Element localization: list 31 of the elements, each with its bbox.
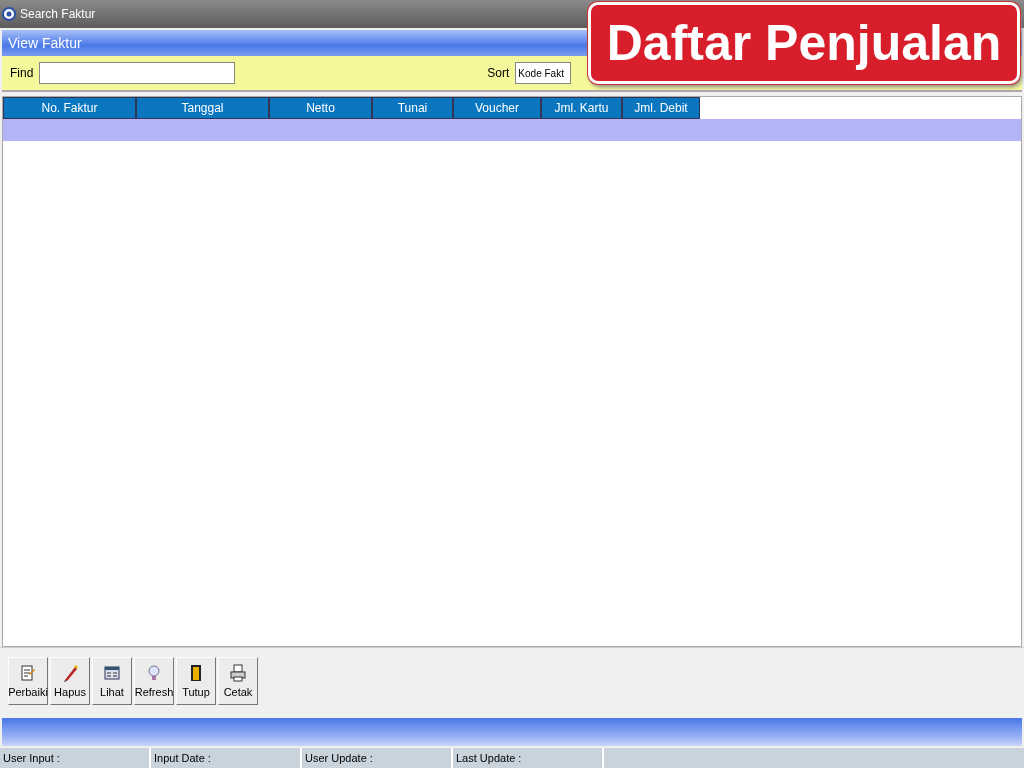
find-label: Find <box>10 66 34 80</box>
app-icon <box>2 7 16 21</box>
column-header[interactable]: Netto <box>269 97 372 119</box>
toolbar-button[interactable]: Tutup <box>176 657 216 705</box>
toolbar-button[interactable]: Perbaiki <box>8 657 48 705</box>
toolbar-button[interactable]: Cetak <box>218 657 258 705</box>
status-field: User Input : <box>0 748 151 768</box>
printer-icon <box>230 664 246 682</box>
toolbar-button[interactable]: Lihat <box>92 657 132 705</box>
sort-dropdown[interactable]: Kode Fakt <box>515 62 572 84</box>
find-field[interactable] <box>39 62 236 84</box>
column-header[interactable]: No. Faktur <box>3 97 136 119</box>
status-field: User Update : <box>302 748 453 768</box>
banner-title: Daftar Penjualan <box>606 14 1002 72</box>
light-bulb-icon <box>146 664 162 682</box>
toolbar-button[interactable]: Hapus <box>50 657 90 705</box>
window-title: Search Faktur <box>20 7 96 21</box>
panel-title: View Faktur <box>8 35 82 51</box>
column-header[interactable]: Jml. Kartu <box>541 97 622 119</box>
sort-label: Sort <box>487 66 510 80</box>
column-header[interactable]: Voucher <box>453 97 541 119</box>
column-header[interactable]: Jml. Debit <box>622 97 700 119</box>
status-field: Last Update : <box>453 748 604 768</box>
document-icon <box>20 664 36 682</box>
status-field: Input Date : <box>151 748 302 768</box>
column-header[interactable]: Tunai <box>372 97 453 119</box>
window-icon <box>104 664 120 682</box>
pen-icon <box>62 664 78 682</box>
toolbar-button[interactable]: Refresh <box>134 657 174 705</box>
column-header[interactable]: Tanggal <box>136 97 269 119</box>
door-icon <box>188 664 204 682</box>
